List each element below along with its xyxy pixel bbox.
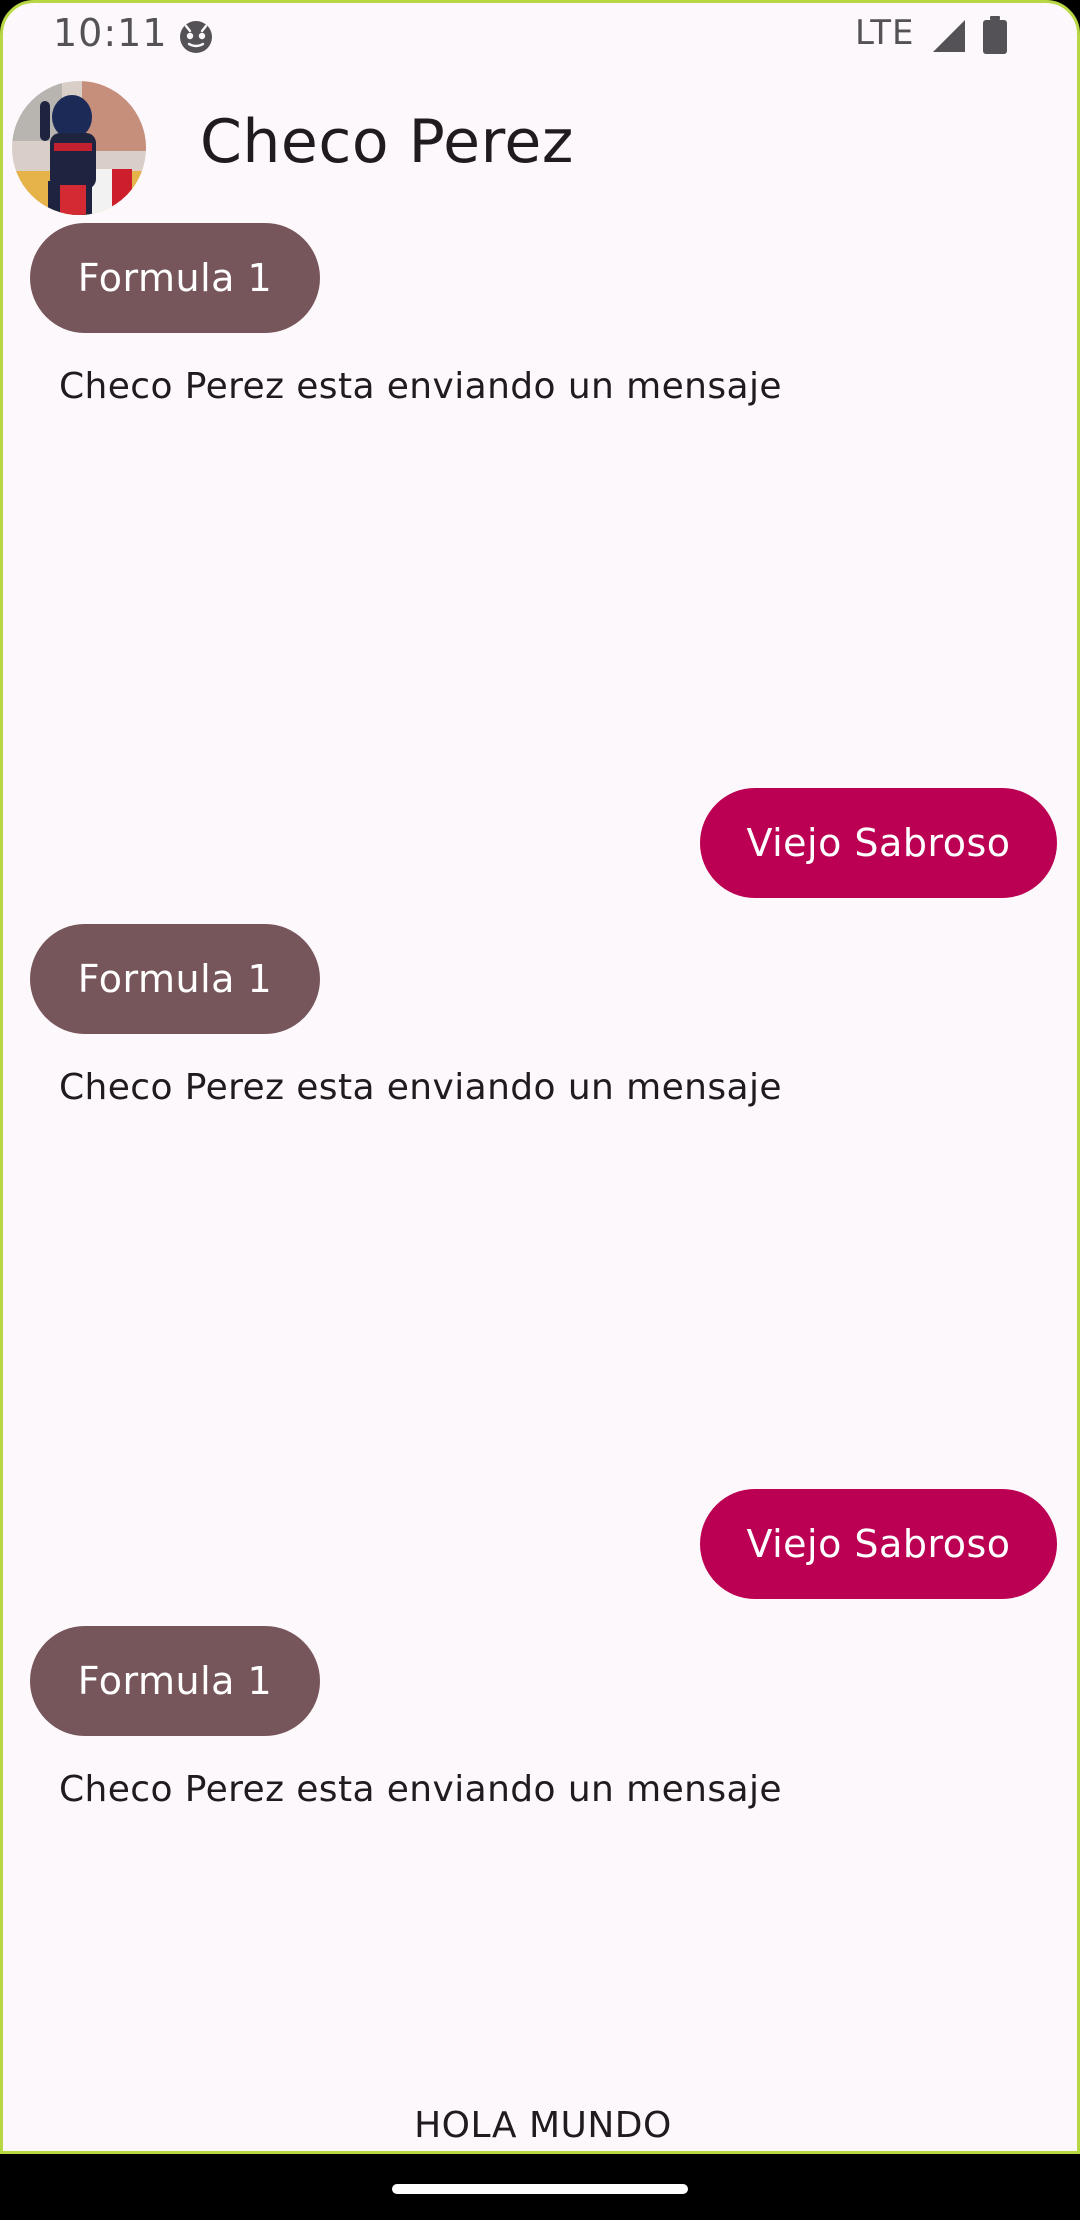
status-bar: 10:11 LTE	[3, 3, 1077, 69]
network-type: LTE	[855, 13, 915, 53]
typing-status-text: Checo Perez esta enviando un mensaje	[59, 1769, 782, 1810]
typing-status-text: Checo Perez esta enviando un mensaje	[59, 366, 782, 407]
received-message-bubble[interactable]: Formula 1	[30, 1626, 320, 1736]
navigation-bar	[0, 2154, 1080, 2220]
contact-avatar[interactable]	[12, 81, 146, 215]
received-message-bubble[interactable]: Formula 1	[30, 223, 320, 333]
sent-message-bubble[interactable]: Viejo Sabroso	[700, 788, 1057, 898]
status-time: 10:11	[53, 11, 168, 55]
avatar-photo-icon	[12, 81, 146, 215]
footer-text: HOLA MUNDO	[414, 2105, 672, 2146]
contact-name: Checo Perez	[200, 107, 574, 177]
cell-signal-icon	[933, 20, 965, 52]
home-gesture-handle[interactable]	[392, 2184, 688, 2194]
app-screen: 10:11 LTE Checo Perez Formula 1 Checo Pe…	[0, 0, 1080, 2154]
received-message-bubble[interactable]: Formula 1	[30, 924, 320, 1034]
received-message-label: Formula 1	[77, 1659, 273, 1703]
received-message-label: Formula 1	[77, 957, 273, 1001]
sent-message-label: Viejo Sabroso	[746, 821, 1011, 865]
typing-status-text: Checo Perez esta enviando un mensaje	[59, 1067, 782, 1108]
chat-header: Checo Perez	[3, 73, 1077, 215]
android-debug-icon	[180, 21, 212, 53]
sent-message-bubble[interactable]: Viejo Sabroso	[700, 1489, 1057, 1599]
sent-message-label: Viejo Sabroso	[746, 1522, 1011, 1566]
received-message-label: Formula 1	[77, 256, 273, 300]
battery-icon	[983, 16, 1007, 54]
